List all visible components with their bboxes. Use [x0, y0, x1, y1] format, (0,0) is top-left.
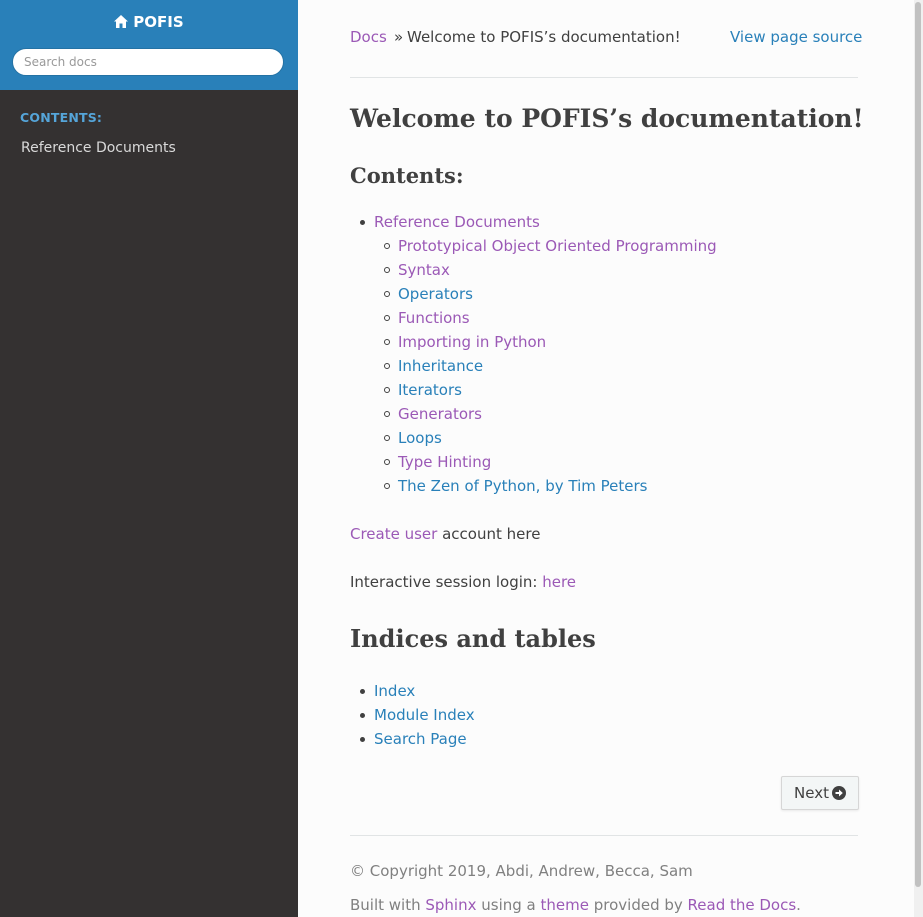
- brand-home-link[interactable]: POFIS: [0, 13, 298, 31]
- sphinx-link[interactable]: Sphinx: [425, 896, 476, 914]
- bullet: [384, 483, 390, 489]
- breadcrumb-separator: »: [394, 28, 404, 46]
- bullet: [360, 713, 365, 718]
- bullet: [384, 411, 390, 417]
- built-with: Built with Sphinx using a theme provided…: [350, 896, 801, 914]
- bullet: [384, 459, 390, 465]
- login-paragraph: Interactive session login: here: [350, 573, 576, 591]
- theme-link[interactable]: theme: [541, 896, 589, 914]
- toc-item[interactable]: The Zen of Python, by Tim Peters: [398, 477, 647, 495]
- bullet: [384, 291, 390, 297]
- indices-heading: Indices and tables: [350, 624, 596, 653]
- toc-item[interactable]: Functions: [398, 309, 470, 327]
- read-the-docs-link[interactable]: Read the Docs: [688, 896, 797, 914]
- toc-item[interactable]: Prototypical Object Oriented Programming: [398, 237, 717, 255]
- footer-divider: [350, 835, 858, 836]
- login-text: Interactive session login:: [350, 573, 543, 591]
- toc-reference-documents[interactable]: Reference Documents: [374, 213, 540, 231]
- main-content: Docs » Welcome to POFIS’s documentation!…: [298, 0, 914, 917]
- create-user-text: account here: [437, 525, 541, 543]
- toc-item[interactable]: Loops: [398, 429, 442, 447]
- toc-item[interactable]: Importing in Python: [398, 333, 546, 351]
- sidebar-item-reference-documents[interactable]: Reference Documents: [21, 140, 176, 156]
- copyright: © Copyright 2019, Abdi, Andrew, Becca, S…: [350, 862, 693, 880]
- view-page-source-link[interactable]: View page source: [730, 28, 862, 46]
- bullet: [384, 363, 390, 369]
- bullet: [384, 243, 390, 249]
- bullet: [360, 689, 365, 694]
- toc-item[interactable]: Type Hinting: [398, 453, 491, 471]
- built-period: .: [796, 896, 801, 914]
- page-title: Welcome to POFIS’s documentation!: [350, 104, 864, 133]
- header-divider: [350, 77, 858, 78]
- built-prefix: Built with: [350, 896, 426, 914]
- bullet: [384, 315, 390, 321]
- module-index-link[interactable]: Module Index: [374, 706, 475, 724]
- bullet: [384, 339, 390, 345]
- login-here-link[interactable]: here: [542, 573, 576, 591]
- bullet: [384, 267, 390, 273]
- bullet: [384, 435, 390, 441]
- search-input[interactable]: [12, 48, 284, 76]
- bullet: [384, 387, 390, 393]
- scrollbar-thumb[interactable]: [915, 2, 921, 887]
- breadcrumb-docs-link[interactable]: Docs: [350, 28, 387, 46]
- create-user-paragraph: Create user account here: [350, 525, 540, 543]
- brand-label: POFIS: [133, 13, 184, 31]
- arrow-circle-right-icon: [831, 786, 846, 800]
- next-button[interactable]: Next: [781, 776, 859, 810]
- sidebar-caption: CONTENTS:: [20, 110, 103, 125]
- home-icon: [114, 15, 129, 28]
- next-label: Next: [794, 784, 829, 802]
- breadcrumb-current: Welcome to POFIS’s documentation!: [407, 28, 681, 46]
- built-using: using a: [476, 896, 541, 914]
- bullet: [360, 737, 365, 742]
- built-provided: provided by: [588, 896, 688, 914]
- bullet: [360, 220, 365, 225]
- contents-heading: Contents:: [350, 163, 464, 188]
- toc-item[interactable]: Syntax: [398, 261, 450, 279]
- search-page-link[interactable]: Search Page: [374, 730, 467, 748]
- toc-item[interactable]: Inheritance: [398, 357, 483, 375]
- toc-item[interactable]: Iterators: [398, 381, 462, 399]
- toc-item[interactable]: Generators: [398, 405, 482, 423]
- create-user-link[interactable]: Create user: [350, 525, 437, 543]
- toc-item[interactable]: Operators: [398, 285, 473, 303]
- index-link[interactable]: Index: [374, 682, 415, 700]
- sidebar-header: POFIS: [0, 0, 298, 90]
